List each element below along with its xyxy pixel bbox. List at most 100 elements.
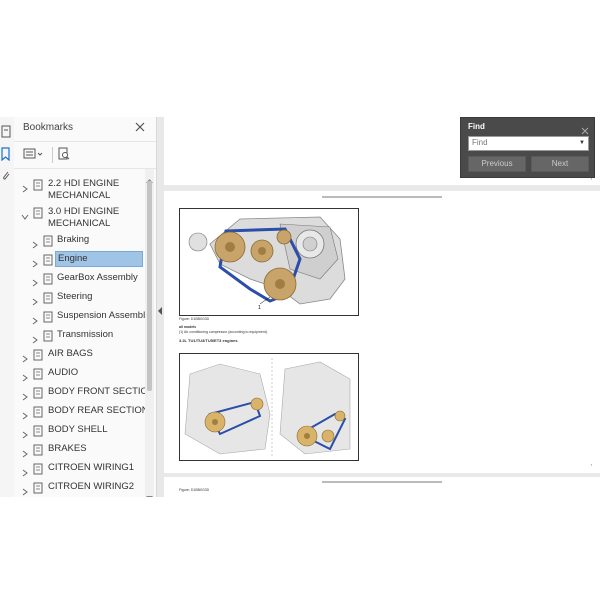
bookmark-item-gearbox[interactable]: GearBox Assembly — [14, 269, 145, 288]
chevron-right-icon[interactable] — [21, 483, 29, 496]
document-page-next: Figure: D1BB0G3D — [164, 477, 600, 497]
chevron-right-icon[interactable] — [21, 407, 29, 420]
svg-text:1: 1 — [258, 305, 261, 311]
dropdown-arrow-icon[interactable]: ▼ — [579, 140, 585, 146]
scrollbar-thumb[interactable] — [147, 181, 152, 391]
scroll-up-icon[interactable] — [146, 171, 153, 183]
bookmark-page-icon — [43, 329, 53, 342]
bookmark-page-icon — [33, 443, 43, 456]
bookmark-label: Suspension Assembly — [57, 310, 145, 321]
chevron-right-icon[interactable] — [31, 255, 39, 268]
bookmark-label: GearBox Assembly — [57, 272, 138, 283]
find-bookmark-icon[interactable] — [57, 147, 71, 161]
collapse-panel-icon[interactable] — [158, 302, 163, 320]
bookmark-item-citroen-wiring2[interactable]: CITROEN WIRING2 — [14, 478, 145, 497]
bookmark-page-icon — [43, 310, 53, 323]
close-icon[interactable] — [133, 120, 147, 134]
bookmark-item-braking[interactable]: Braking — [14, 231, 145, 250]
bookmark-page-icon — [33, 481, 43, 494]
panel-title: Bookmarks — [23, 122, 74, 133]
bookmark-label: Engine — [55, 251, 143, 267]
bookmark-icon[interactable] — [0, 147, 12, 161]
page-number-mark: ▪ — [590, 463, 592, 467]
scroll-down-icon[interactable] — [146, 488, 153, 497]
chevron-right-icon[interactable] — [31, 274, 39, 287]
bookmark-label: AIR BAGS — [48, 348, 93, 359]
note-text: (1) Air conditioning compressor (accordi… — [179, 330, 268, 334]
bookmark-item-citroen-wiring1[interactable]: CITROEN WIRING1 — [14, 459, 145, 478]
chevron-right-icon[interactable] — [21, 445, 29, 458]
bookmark-label: Steering — [57, 291, 93, 302]
chevron-right-icon[interactable] — [21, 180, 29, 193]
bookmark-page-icon — [43, 253, 53, 266]
chevron-right-icon[interactable] — [31, 331, 39, 344]
bookmark-label: CITROEN WIRING1 — [48, 462, 135, 473]
section-heading: 3.2L TU1/TU3/TU5/ET3 engines — [179, 338, 238, 343]
bookmarks-scrollbar[interactable] — [145, 169, 154, 497]
find-box: Find Find ▼ Previous Next — [460, 117, 595, 178]
bookmarks-toolbar — [14, 141, 156, 169]
bookmark-item-audio[interactable]: AUDIO — [14, 364, 145, 383]
chevron-right-icon[interactable] — [31, 236, 39, 249]
bookmark-page-icon — [33, 405, 43, 418]
bookmark-item-3-0-hdi-engine[interactable]: 3.0 HDI ENGINE MECHANICAL — [14, 203, 145, 231]
document-page: 1 Figure: D1BB0G3D all models (1) Air co… — [164, 191, 600, 473]
bookmark-label: BODY FRONT SECTION — [48, 386, 145, 397]
bookmark-page-icon — [43, 272, 53, 285]
bookmark-label: Transmission — [57, 329, 114, 340]
bookmark-label: CITROEN WIRING2 — [48, 481, 135, 492]
close-icon[interactable] — [581, 122, 589, 135]
bookmark-item-body-shell[interactable]: BODY SHELL — [14, 421, 145, 440]
next-button[interactable]: Next — [531, 156, 589, 172]
toolbar-divider — [52, 147, 53, 163]
bookmark-label: BODY REAR SECTION — [48, 405, 145, 416]
engine-belt-figure: 1 — [179, 208, 359, 316]
chevron-right-icon[interactable] — [21, 369, 29, 382]
page-header — [164, 195, 600, 200]
page-header — [164, 480, 600, 485]
bookmark-page-icon — [33, 424, 43, 437]
note-heading: all models — [179, 325, 197, 329]
chevron-right-icon[interactable] — [21, 350, 29, 363]
bookmarks-panel: Bookmarks 2.2 HDI ENGINE MECHANICAL 3.0 … — [14, 117, 156, 497]
figure-caption: Figure: D1BB0G3D — [179, 488, 210, 492]
find-placeholder: Find — [472, 138, 488, 147]
bookmark-page-icon — [33, 462, 43, 475]
bookmark-item-2-2-hdi-engine[interactable]: 2.2 HDI ENGINE MECHANICAL — [14, 175, 145, 203]
bookmark-page-icon — [43, 291, 53, 304]
bookmark-page-icon — [43, 234, 53, 247]
bookmark-item-transmission[interactable]: Transmission — [14, 326, 145, 345]
chevron-down-icon[interactable] — [21, 208, 29, 220]
chevron-right-icon[interactable] — [21, 464, 29, 477]
chevron-right-icon[interactable] — [21, 388, 29, 401]
page-thumbnails-icon[interactable] — [0, 125, 12, 139]
attachment-icon[interactable] — [0, 169, 12, 183]
belt-routing-figure — [179, 353, 359, 461]
bookmark-item-suspension[interactable]: Suspension Assembly — [14, 307, 145, 326]
bookmark-item-body-rear[interactable]: BODY REAR SECTION — [14, 402, 145, 421]
bookmark-page-icon — [33, 367, 43, 380]
bookmark-page-icon — [33, 348, 43, 361]
bookmark-label: BODY SHELL — [48, 424, 108, 435]
chevron-right-icon[interactable] — [31, 312, 39, 325]
bookmark-page-icon — [33, 386, 43, 399]
find-input[interactable]: Find ▼ — [468, 136, 589, 151]
bookmark-label: BRAKES — [48, 443, 87, 454]
bookmark-label: 3.0 HDI ENGINE — [48, 206, 120, 217]
bookmark-label: AUDIO — [48, 367, 79, 378]
bookmark-item-body-front[interactable]: BODY FRONT SECTION — [14, 383, 145, 402]
bookmark-label: Braking — [57, 234, 90, 245]
bookmark-label-line2: MECHANICAL — [48, 218, 111, 229]
previous-button[interactable]: Previous — [468, 156, 526, 172]
bookmark-item-engine[interactable]: Engine — [14, 250, 145, 269]
options-menu-button[interactable] — [23, 147, 45, 161]
bookmark-item-brakes[interactable]: BRAKES — [14, 440, 145, 459]
bookmark-item-steering[interactable]: Steering — [14, 288, 145, 307]
bookmark-label-line2: MECHANICAL — [48, 190, 111, 201]
bookmark-page-icon — [33, 178, 43, 191]
bookmark-item-air-bags[interactable]: AIR BAGS — [14, 345, 145, 364]
chevron-right-icon[interactable] — [31, 293, 39, 306]
bookmark-page-icon — [33, 206, 43, 219]
chevron-right-icon[interactable] — [21, 426, 29, 439]
find-title: Find — [468, 122, 485, 131]
